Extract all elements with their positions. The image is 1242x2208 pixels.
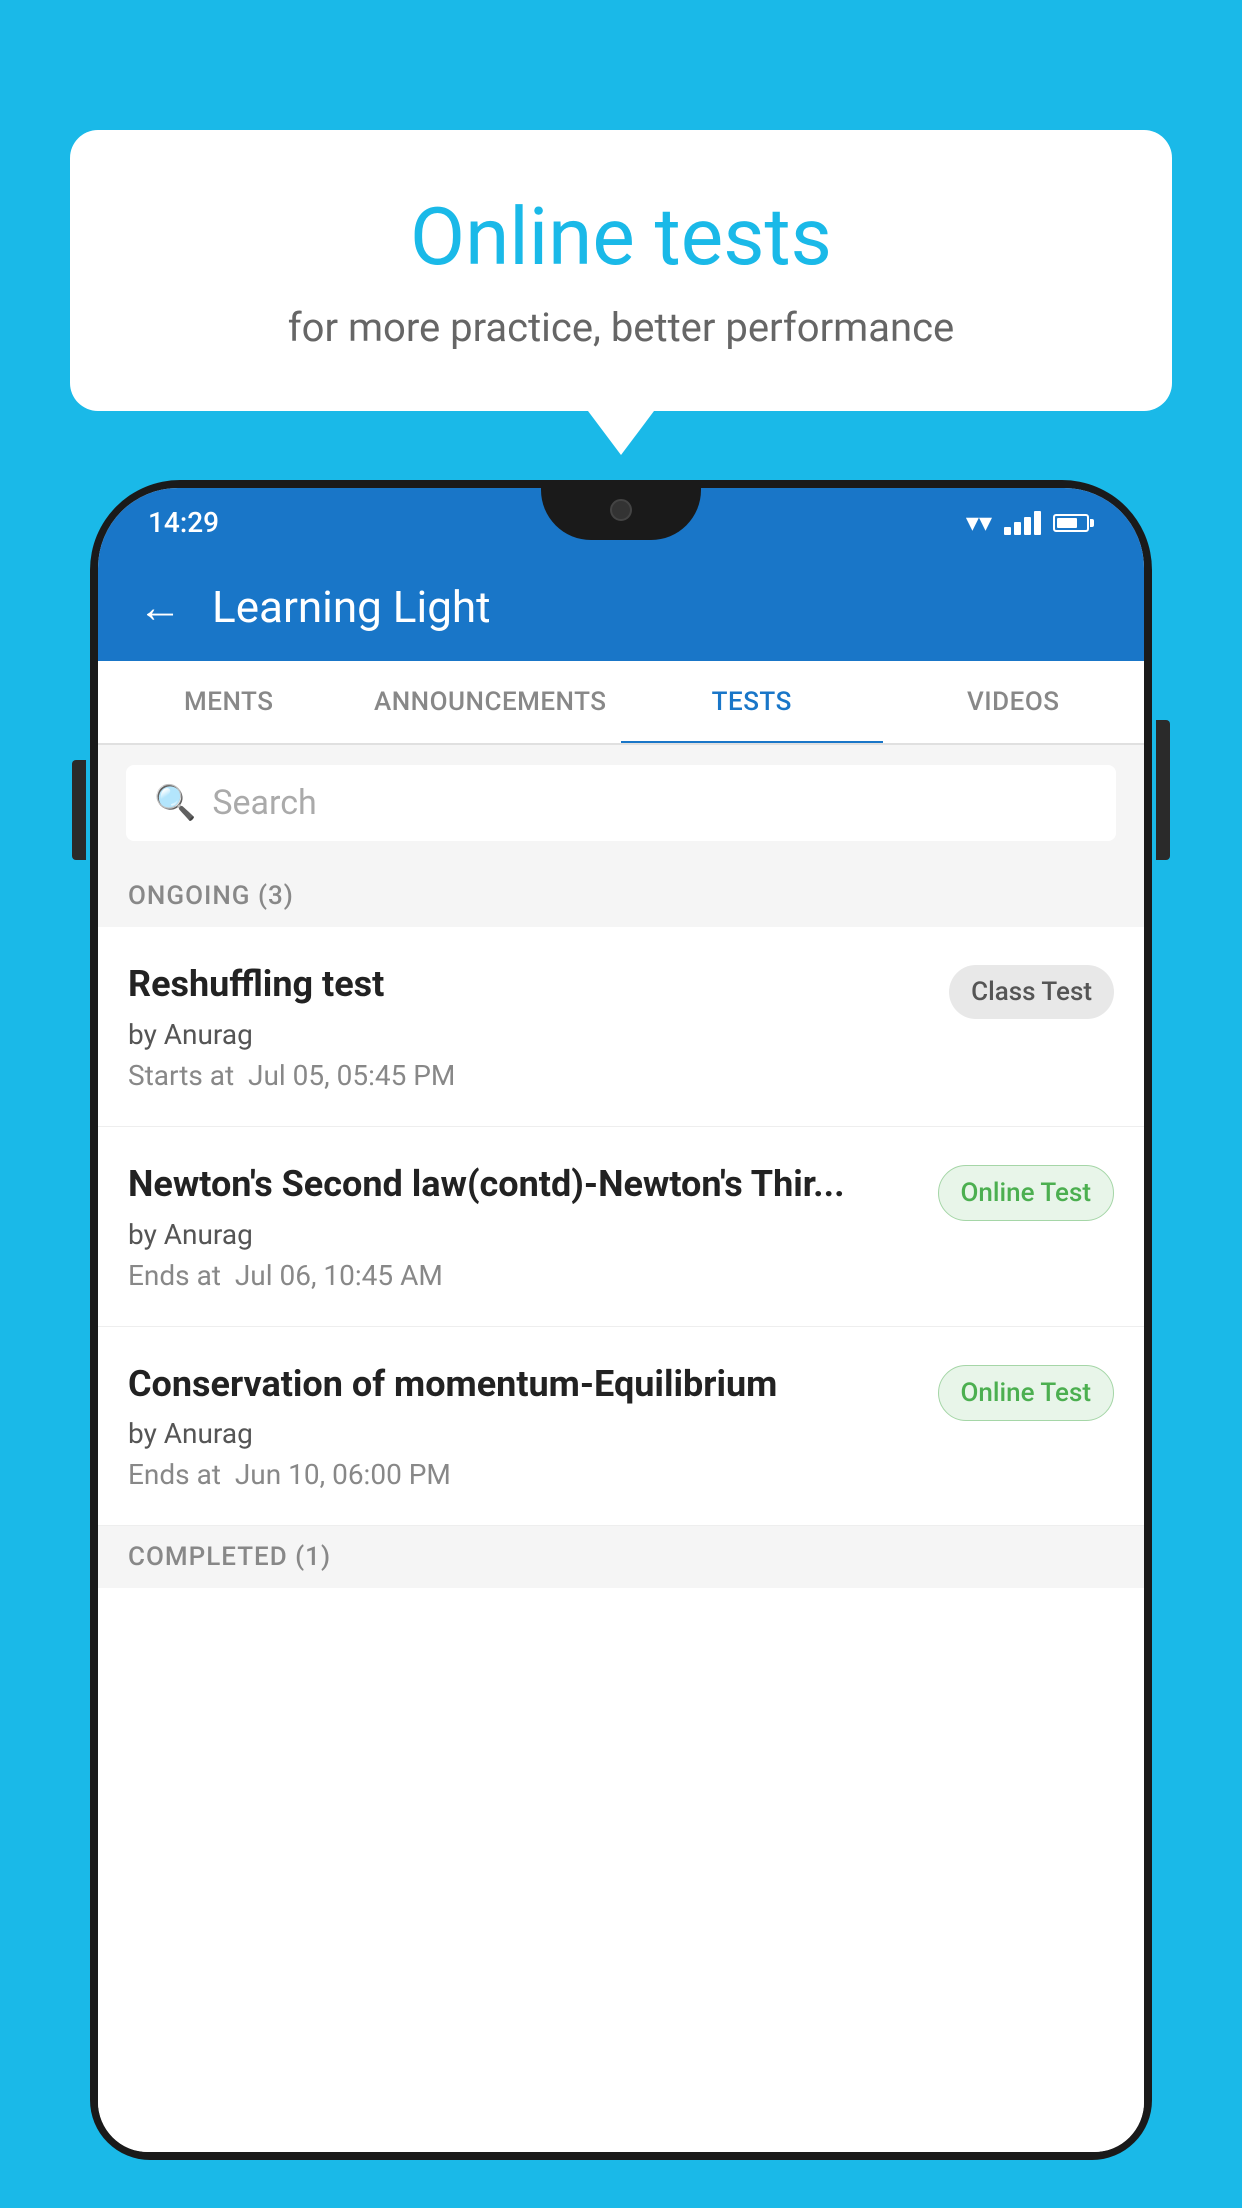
battery-icon — [1053, 514, 1094, 532]
test-time: Ends at Jun 10, 06:00 PM — [128, 1458, 918, 1491]
test-time: Ends at Jul 06, 10:45 AM — [128, 1259, 918, 1292]
completed-label: COMPLETED (1) — [128, 1542, 331, 1572]
search-placeholder: Search — [212, 783, 316, 823]
phone-outer: 14:29 ▾▾ — [90, 480, 1152, 2160]
app-bar-title: Learning Light — [212, 581, 491, 633]
test-info: Reshuffling test by Anurag Starts at Jul… — [128, 961, 929, 1092]
tests-list: Reshuffling test by Anurag Starts at Jul… — [98, 927, 1144, 2152]
test-name: Reshuffling test — [128, 961, 929, 1008]
back-button[interactable]: ← — [138, 581, 182, 633]
speech-bubble-container: Online tests for more practice, better p… — [70, 130, 1172, 411]
ongoing-label: ONGOING (3) — [128, 881, 294, 911]
test-badge-online: Online Test — [938, 1365, 1115, 1421]
speech-bubble: Online tests for more practice, better p… — [70, 130, 1172, 411]
bubble-subtitle: for more practice, better performance — [150, 304, 1092, 351]
search-icon: 🔍 — [154, 783, 196, 823]
search-container: 🔍 Search — [98, 745, 1144, 861]
phone-notch — [541, 480, 701, 540]
front-camera — [610, 499, 632, 521]
tab-announcements[interactable]: ANNOUNCEMENTS — [360, 661, 622, 743]
tab-videos[interactable]: VIDEOS — [883, 661, 1145, 743]
test-item[interactable]: Reshuffling test by Anurag Starts at Jul… — [98, 927, 1144, 1127]
test-name: Newton's Second law(contd)-Newton's Thir… — [128, 1161, 918, 1208]
test-name: Conservation of momentum-Equilibrium — [128, 1361, 918, 1408]
test-info: Newton's Second law(contd)-Newton's Thir… — [128, 1161, 918, 1292]
wifi-icon: ▾▾ — [966, 508, 992, 538]
bubble-title: Online tests — [150, 190, 1092, 284]
test-author: by Anurag — [128, 1018, 929, 1051]
phone-wrapper: 14:29 ▾▾ — [90, 480, 1152, 2208]
app-bar: ← Learning Light — [98, 553, 1144, 661]
test-info: Conservation of momentum-Equilibrium by … — [128, 1361, 918, 1492]
test-time: Starts at Jul 05, 05:45 PM — [128, 1059, 929, 1092]
test-badge-online: Online Test — [938, 1165, 1115, 1221]
search-bar[interactable]: 🔍 Search — [126, 765, 1116, 841]
tab-tests[interactable]: TESTS — [621, 661, 883, 743]
tabs-container: MENTS ANNOUNCEMENTS TESTS VIDEOS — [98, 661, 1144, 745]
completed-section-header: COMPLETED (1) — [98, 1526, 1144, 1588]
test-badge-class: Class Test — [949, 965, 1114, 1019]
status-icons: ▾▾ — [966, 508, 1094, 538]
test-item[interactable]: Conservation of momentum-Equilibrium by … — [98, 1327, 1144, 1527]
signal-icon — [1004, 511, 1041, 535]
phone-screen: 14:29 ▾▾ — [98, 488, 1144, 2152]
status-time: 14:29 — [148, 506, 219, 539]
ongoing-section-header: ONGOING (3) — [98, 861, 1144, 927]
test-author: by Anurag — [128, 1218, 918, 1251]
test-author: by Anurag — [128, 1417, 918, 1450]
tab-ments[interactable]: MENTS — [98, 661, 360, 743]
test-item[interactable]: Newton's Second law(contd)-Newton's Thir… — [98, 1127, 1144, 1327]
